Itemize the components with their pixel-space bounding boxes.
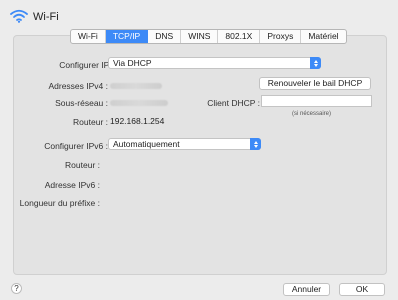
ipv6-configure-value: Automatiquement [113,139,180,149]
ipv4-subnet-value [110,100,168,106]
tab-proxys[interactable]: Proxys [260,30,302,43]
ipv4-router-value: 192.168.1.254 [110,116,165,126]
dhcp-client-hint: (si nécessaire) [292,111,332,117]
ipv4-subnet-label: Sous-réseau : [55,98,108,108]
dhcp-client-label: Client DHCP : [207,98,260,108]
help-button[interactable]: ? [11,283,22,294]
wifi-icon [10,9,28,23]
ipv4-address-label: Adresses IPv4 : [48,81,108,91]
ipv4-configure-value: Via DHCP [113,58,152,68]
ipv6-router-label: Routeur : [65,160,100,170]
renew-dhcp-button[interactable]: Renouveler le bail DHCP [259,77,371,90]
ipv6-prefix-label: Longueur du préfixe : [19,198,100,208]
tab-wins[interactable]: WINS [181,30,219,43]
tab-materiel[interactable]: Matériel [301,30,345,43]
ipv6-configure-label: Configurer IPv6 : [44,141,108,151]
tab-dns[interactable]: DNS [148,30,182,43]
window-title: Wi-Fi [33,11,59,23]
cancel-button[interactable]: Annuler [283,283,330,296]
chevron-updown-icon [250,138,261,150]
tab-wifi[interactable]: Wi-Fi [71,30,106,43]
content-panel [13,35,387,275]
chevron-updown-icon [310,57,321,69]
tab-8021x[interactable]: 802.1X [218,30,261,43]
tab-bar: Wi-Fi TCP/IP DNS WINS 802.1X Proxys Maté… [70,29,347,44]
tab-tcpip[interactable]: TCP/IP [105,30,149,43]
ok-button[interactable]: OK [339,283,385,296]
ipv4-address-value [110,83,162,89]
ipv4-configure-select[interactable]: Via DHCP [108,57,321,69]
dhcp-client-input[interactable] [261,95,372,107]
ipv6-configure-select[interactable]: Automatiquement [108,138,261,150]
ipv6-address-label: Adresse IPv6 : [44,180,100,190]
ipv4-router-label: Routeur : [73,117,108,127]
